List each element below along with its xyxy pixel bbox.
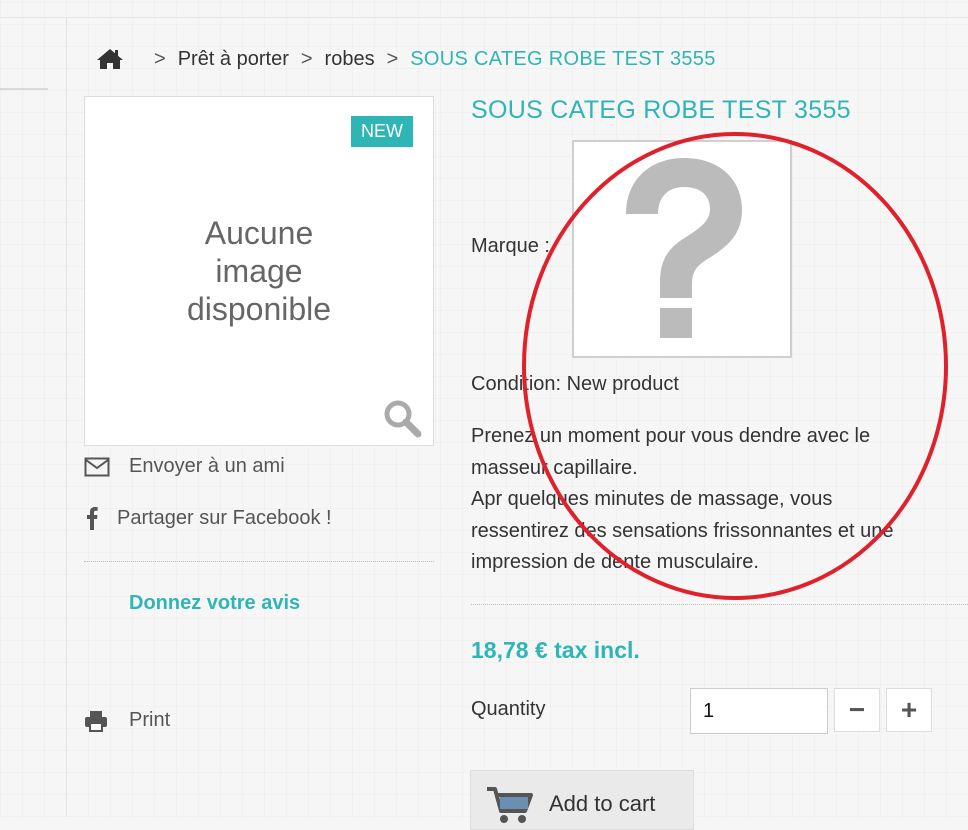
product-title: SOUS CATEG ROBE TEST 3555 <box>471 96 851 124</box>
no-image-line: Aucune <box>204 215 314 251</box>
home-icon[interactable] <box>96 47 124 71</box>
email-friend-link[interactable]: Envoyer à un ami <box>84 455 285 478</box>
breadcrumb-separator: > <box>154 47 166 70</box>
zoom-icon[interactable] <box>382 398 422 438</box>
product-price: 18,78 € tax incl. <box>471 637 640 663</box>
facebook-icon <box>87 507 98 530</box>
left-column-stub <box>0 88 48 90</box>
breadcrumb-current: SOUS CATEG ROBE TEST 3555 <box>410 47 716 70</box>
email-friend-label: Envoyer à un ami <box>129 455 285 477</box>
breadcrumb-item-robes[interactable]: robes <box>325 48 375 71</box>
column-divider <box>66 18 67 817</box>
print-label: Print <box>129 709 171 731</box>
breadcrumb-separator: > <box>300 47 313 70</box>
new-badge: NEW <box>351 116 413 147</box>
description-line: Apr quelques minutes de massage, vous <box>471 488 833 510</box>
brand-image[interactable] <box>572 140 792 358</box>
quantity-label: Quantity <box>471 698 546 720</box>
header-divider <box>0 17 968 18</box>
description-line: masseur capillaire. <box>471 456 638 479</box>
share-facebook-link[interactable]: Partager sur Facebook ! <box>86 506 332 530</box>
print-link[interactable]: Print <box>84 709 170 732</box>
printer-icon <box>85 710 107 732</box>
no-image-line: image <box>215 253 303 289</box>
quantity-increase-button[interactable]: + <box>886 688 932 732</box>
quantity-input[interactable] <box>690 688 828 734</box>
divider <box>471 604 968 605</box>
no-image-text: Aucune image disponible <box>84 214 434 328</box>
share-facebook-label: Partager sur Facebook ! <box>117 506 332 529</box>
brand-label: Marque : <box>471 235 550 257</box>
review-link[interactable]: Donnez votre avis <box>129 592 300 615</box>
description-line: impression de dente musculaire. <box>471 551 759 573</box>
breadcrumb: > Prêt à porter > robes > SOUS CATEG ROB… <box>96 44 716 74</box>
add-to-cart-button[interactable]: Add to cart <box>470 770 694 830</box>
quantity-decrease-button[interactable]: − <box>834 688 880 732</box>
breadcrumb-item-pret-a-porter[interactable]: Prêt à porter <box>178 48 289 71</box>
question-mark-icon <box>626 158 742 338</box>
no-image-line: disponible <box>186 291 332 327</box>
breadcrumb-separator: > <box>386 47 399 70</box>
envelope-icon <box>84 457 110 476</box>
add-to-cart-label: Add to cart <box>549 791 656 816</box>
divider <box>84 561 434 562</box>
description-line: ressentirez des sensations frissonnantes… <box>471 519 894 542</box>
product-condition: Condition: New product <box>471 373 679 395</box>
description-line: Prenez un moment pour vous dendre avec l… <box>471 425 871 447</box>
product-description: Prenez un moment pour vous dendre avec l… <box>471 421 968 579</box>
cart-icon <box>487 787 533 823</box>
